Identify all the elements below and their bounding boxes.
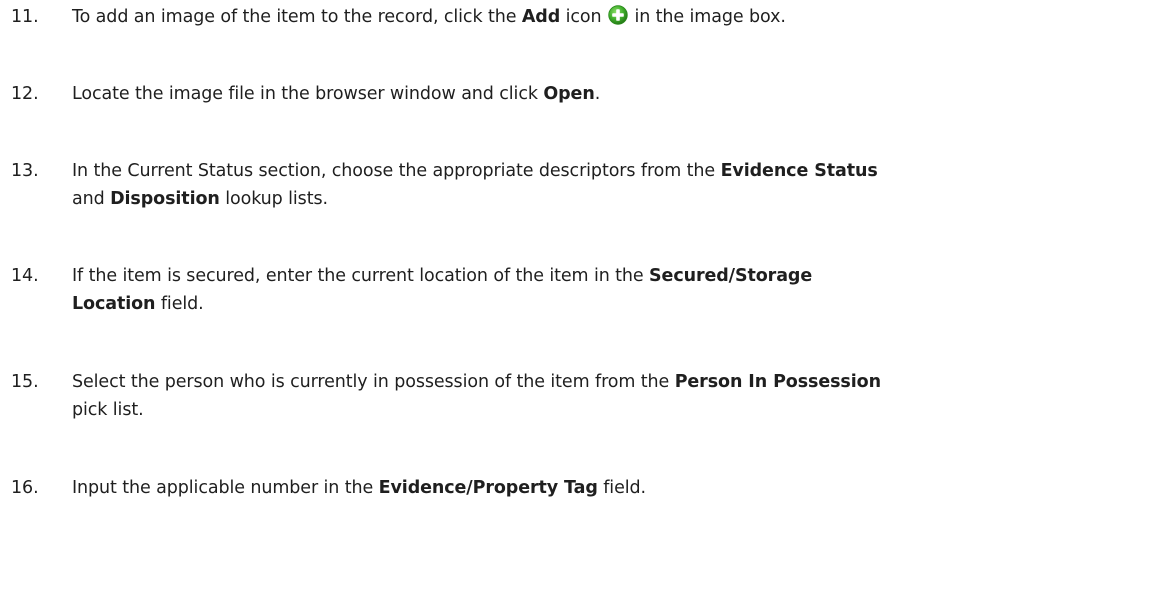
step-number: 14. bbox=[11, 266, 39, 286]
bold-term-evidence-status: Evidence Status bbox=[720, 161, 878, 181]
step-text: In the Current Status section, choose th… bbox=[72, 157, 1147, 213]
instruction-steps: 11. To add an image of the item to the r… bbox=[0, 0, 1151, 594]
bold-term-person-in-possession: Person In Possession bbox=[674, 372, 881, 392]
step-text-part: Input the applicable number in the bbox=[72, 478, 379, 498]
step-text: If the item is secured, enter the curren… bbox=[72, 262, 1147, 318]
step-text-part: Locate the image file in the browser win… bbox=[72, 84, 544, 104]
bold-term-evidence-property-tag: Evidence/Property Tag bbox=[378, 478, 598, 498]
step-text-part: . bbox=[594, 84, 601, 104]
bold-term-location: Location bbox=[72, 294, 156, 314]
step-text-part: If the item is secured, enter the curren… bbox=[72, 266, 650, 286]
bold-term-disposition: Disposition bbox=[110, 189, 220, 209]
step-text-part: In the Current Status section, choose th… bbox=[72, 161, 721, 181]
step-text-part: lookup lists. bbox=[219, 189, 328, 209]
step-number: 15. bbox=[11, 372, 39, 392]
step-text: Input the applicable number in the Evide… bbox=[72, 474, 1147, 502]
step-text-part: field. bbox=[597, 478, 646, 498]
step-number: 12. bbox=[11, 84, 39, 104]
step-text-part: pick list. bbox=[72, 400, 144, 420]
step-text-part: and bbox=[72, 189, 111, 209]
bold-term-open: Open bbox=[543, 84, 595, 104]
step-number: 11. bbox=[11, 7, 39, 27]
step-text-part: field. bbox=[155, 294, 204, 314]
step-text-part: in the image box. bbox=[628, 7, 786, 27]
step-text: Select the person who is currently in po… bbox=[72, 368, 1147, 424]
step-number: 13. bbox=[11, 161, 39, 181]
bold-term-add: Add bbox=[521, 7, 561, 27]
step-text-part: Select the person who is currently in po… bbox=[72, 372, 675, 392]
add-icon bbox=[608, 5, 628, 25]
step-number: 16. bbox=[11, 478, 39, 498]
step-text: To add an image of the item to the recor… bbox=[72, 3, 1147, 31]
bold-term-secured-storage: Secured/Storage bbox=[649, 266, 813, 286]
step-text-part: To add an image of the item to the recor… bbox=[72, 7, 522, 27]
step-text-part: icon bbox=[560, 7, 602, 27]
step-text: Locate the image file in the browser win… bbox=[72, 80, 1147, 108]
